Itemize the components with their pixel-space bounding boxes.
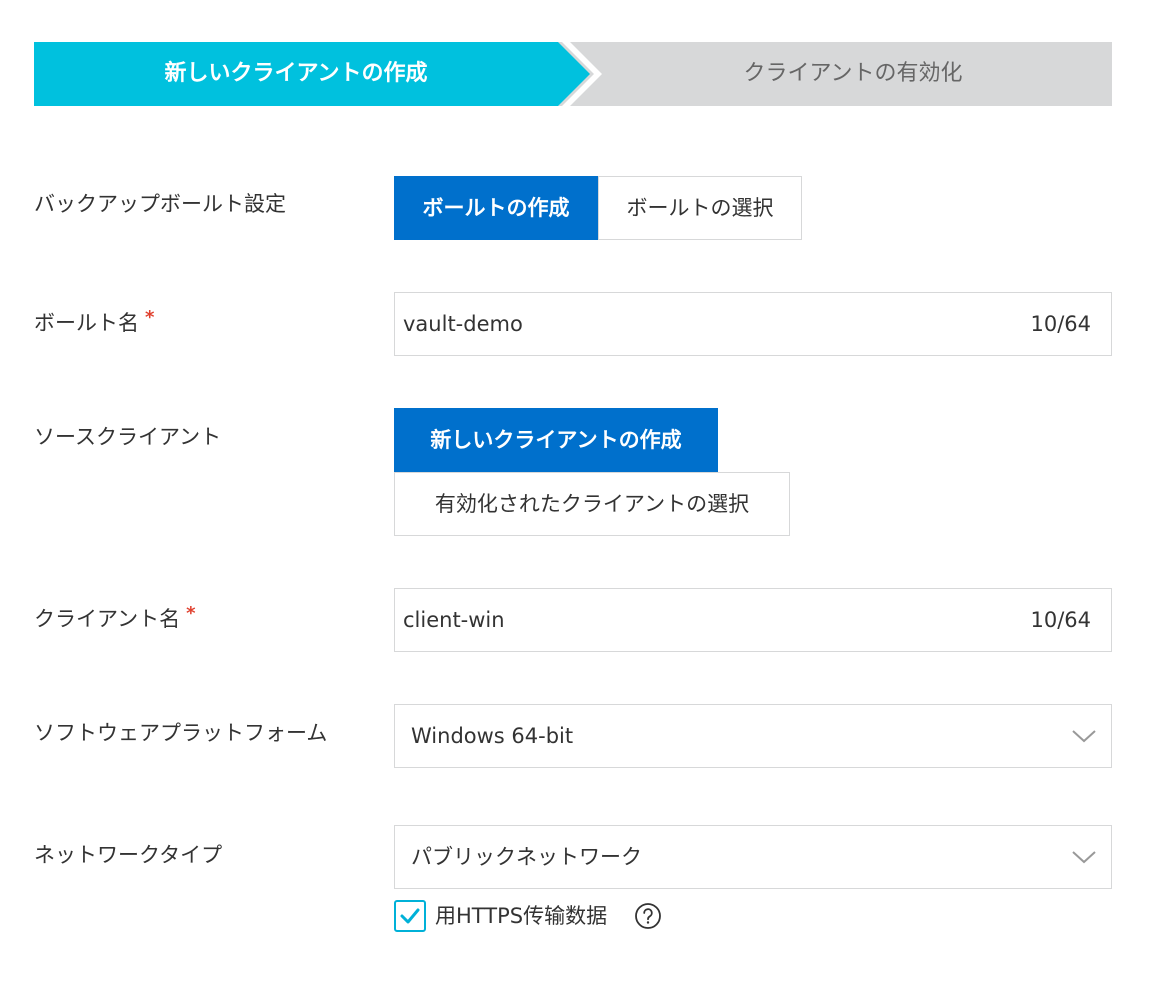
- network-type-label: ネットワークタイプ: [34, 843, 223, 867]
- source-client-label: ソースクライアント: [34, 425, 222, 449]
- vault-name-field[interactable]: 10/64: [394, 292, 1112, 356]
- client-name-field[interactable]: 10/64: [394, 588, 1112, 652]
- create-new-client-button[interactable]: 新しいクライアントの作成: [394, 408, 718, 472]
- client-name-label-text: クライアント名: [34, 607, 181, 631]
- vault-name-label-text: ボールト名: [34, 311, 139, 335]
- vault-name-counter: 10/64: [1030, 312, 1091, 336]
- create-vault-button[interactable]: ボールトの作成: [394, 176, 598, 240]
- select-activated-client-button[interactable]: 有効化されたクライアントの選択: [394, 472, 790, 536]
- client-name-counter: 10/64: [1030, 608, 1091, 632]
- software-platform-select[interactable]: Windows 64-bit: [394, 704, 1112, 768]
- https-checkbox[interactable]: [394, 900, 426, 932]
- step-create-client: 新しいクライアントの作成: [164, 61, 428, 86]
- chevron-down-icon: [1072, 851, 1096, 864]
- required-mark: *: [145, 307, 155, 328]
- steps-bar: 新しいクライアントの作成 クライアントの有効化: [34, 42, 1112, 106]
- select-vault-button[interactable]: ボールトの選択: [598, 176, 802, 240]
- vault-setting-label: バックアップボールト設定: [34, 192, 286, 216]
- chevron-down-icon: [1072, 730, 1096, 743]
- vault-name-label: ボールト名 *: [34, 307, 154, 337]
- network-type-select[interactable]: パブリックネットワーク: [394, 825, 1112, 889]
- software-platform-label: ソフトウェアプラットフォーム: [34, 721, 328, 745]
- help-icon[interactable]: [634, 902, 662, 930]
- software-platform-value: Windows 64-bit: [411, 724, 574, 748]
- client-name-label: クライアント名 *: [34, 603, 196, 633]
- checkmark-icon: [400, 908, 420, 924]
- https-checkbox-label: 用HTTPS传输数据: [435, 904, 608, 928]
- required-mark: *: [186, 603, 196, 624]
- network-type-value: パブリックネットワーク: [411, 845, 642, 869]
- vault-name-input[interactable]: [403, 293, 963, 355]
- client-name-input[interactable]: [403, 589, 963, 651]
- step-activate-client: クライアントの有効化: [743, 61, 963, 86]
